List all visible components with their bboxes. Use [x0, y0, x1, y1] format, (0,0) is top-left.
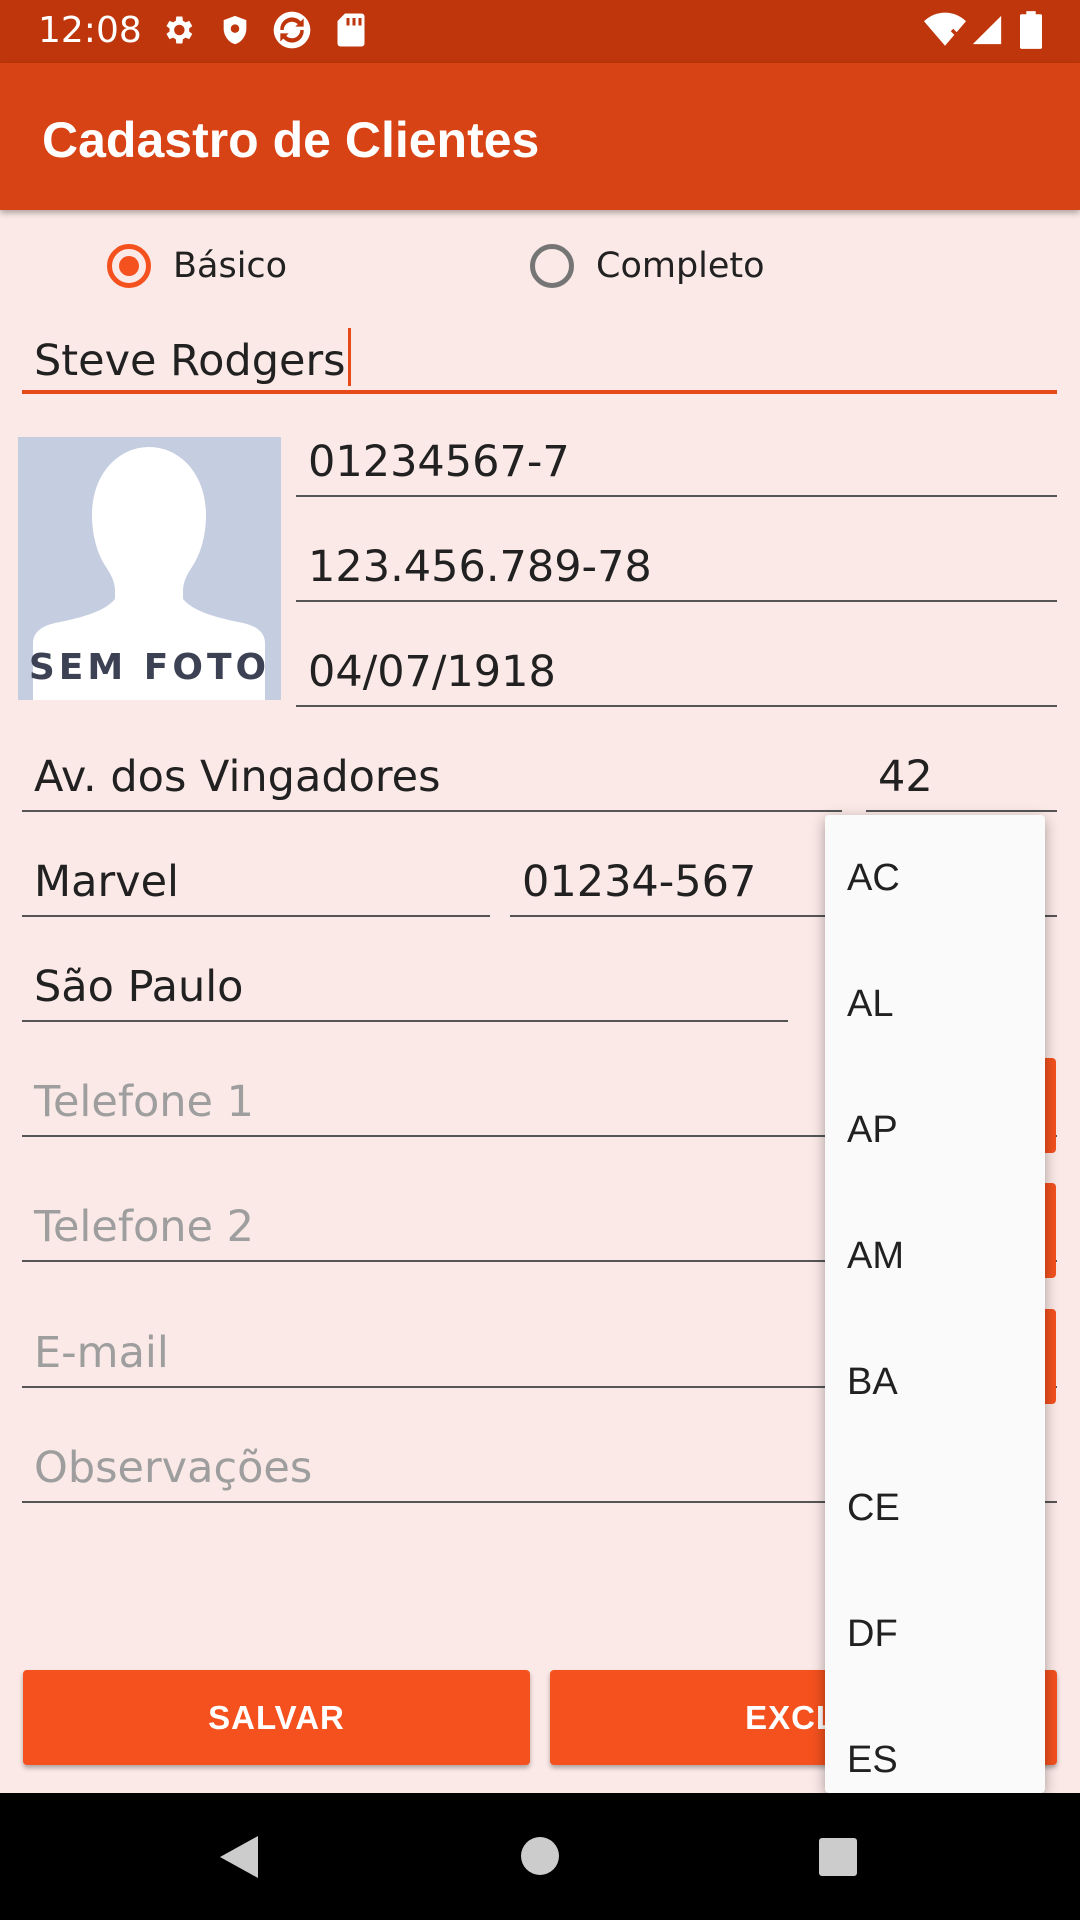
- recents-icon[interactable]: [818, 1837, 858, 1877]
- notes-placeholder: Observações: [34, 1443, 313, 1493]
- cpf-field[interactable]: 123.456.789-78: [296, 540, 1057, 602]
- name-value: Steve Rodgers: [34, 336, 346, 386]
- text-cursor: [347, 328, 351, 386]
- save-button[interactable]: SALVAR: [23, 1670, 530, 1765]
- gear-icon: [160, 10, 196, 50]
- photo-placeholder[interactable]: SEM FOTO: [18, 437, 281, 700]
- page-title: Cadastro de Clientes: [42, 112, 540, 168]
- navigation-bar: [0, 1793, 1080, 1920]
- status-time: 12:08: [38, 10, 142, 51]
- neighborhood-value: Marvel: [34, 857, 179, 907]
- radio-basic-indicator[interactable]: [107, 244, 151, 288]
- city-field[interactable]: São Paulo: [22, 960, 788, 1022]
- home-icon[interactable]: [520, 1836, 560, 1876]
- battery-icon: [1020, 10, 1042, 50]
- shield-icon: [218, 10, 252, 50]
- number-value: 42: [878, 752, 933, 802]
- neighborhood-field[interactable]: Marvel: [22, 855, 490, 917]
- radio-basic-label: Básico: [173, 246, 288, 286]
- city-value: São Paulo: [34, 962, 244, 1012]
- number-field[interactable]: 42: [866, 750, 1057, 812]
- cpf-value: 123.456.789-78: [308, 542, 652, 592]
- dropdown-item[interactable]: BA: [847, 1361, 898, 1404]
- street-field[interactable]: Av. dos Vingadores: [22, 750, 842, 812]
- birth-date-value: 04/07/1918: [308, 647, 556, 697]
- dropdown-item[interactable]: AL: [847, 983, 893, 1026]
- name-field[interactable]: Steve Rodgers: [22, 315, 1057, 394]
- cep-value: 01234-567: [522, 857, 757, 907]
- rg-value: 01234567-7: [308, 437, 570, 487]
- dropdown-item[interactable]: CE: [847, 1487, 900, 1530]
- signal-icon: [970, 10, 1004, 50]
- birth-date-field[interactable]: 04/07/1918: [296, 645, 1057, 707]
- radio-complete[interactable]: Completo: [530, 238, 765, 294]
- radio-basic[interactable]: Básico: [107, 238, 287, 294]
- radio-complete-indicator[interactable]: [530, 244, 574, 288]
- status-bar: 12:08: [0, 0, 1080, 63]
- dropdown-item[interactable]: AP: [847, 1109, 898, 1152]
- wifi-icon: [924, 10, 966, 50]
- street-value: Av. dos Vingadores: [34, 752, 441, 802]
- dropdown-item[interactable]: DF: [847, 1613, 898, 1656]
- photo-label: SEM FOTO: [28, 647, 271, 688]
- dropdown-item[interactable]: AC: [847, 857, 900, 900]
- phone2-placeholder: Telefone 2: [34, 1202, 254, 1252]
- sd-card-icon: [336, 10, 366, 50]
- state-dropdown[interactable]: AC AL AP AM BA CE DF ES: [825, 815, 1045, 1793]
- email-placeholder: E-mail: [34, 1328, 169, 1378]
- radio-complete-label: Completo: [596, 246, 765, 286]
- app-bar: Cadastro de Clientes: [0, 63, 1080, 210]
- phone1-placeholder: Telefone 1: [34, 1077, 254, 1127]
- dropdown-item[interactable]: AM: [847, 1235, 904, 1278]
- back-icon[interactable]: [218, 1834, 260, 1880]
- sync-icon: [272, 10, 312, 50]
- dropdown-item[interactable]: ES: [847, 1739, 898, 1782]
- rg-field[interactable]: 01234567-7: [296, 435, 1057, 497]
